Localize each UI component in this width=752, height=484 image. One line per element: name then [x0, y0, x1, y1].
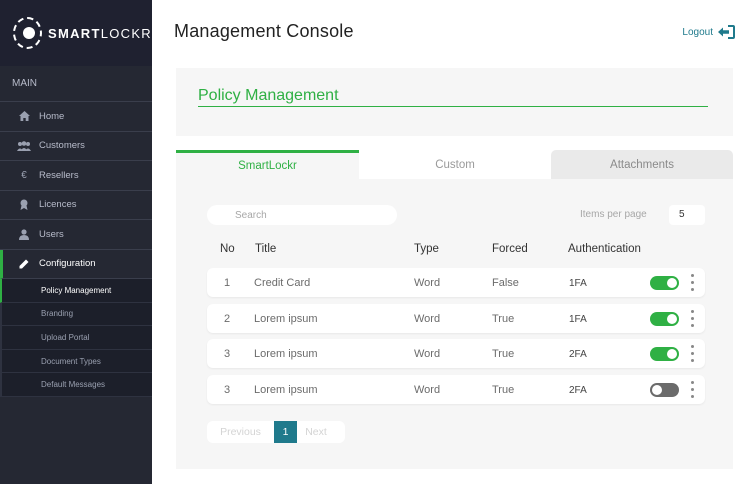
- subnav-item-policy-management[interactable]: Policy Management: [0, 279, 152, 303]
- more-options-icon[interactable]: [689, 309, 695, 327]
- enabled-toggle[interactable]: [650, 276, 679, 290]
- table-row[interactable]: 3 Lorem ipsum Word True 2FA: [207, 339, 705, 368]
- sidebar: SMARTLOCKR MAIN Home Customers € Reselle…: [0, 0, 152, 484]
- items-per-page-label: Items per page: [580, 209, 647, 220]
- subnav-item-default-messages[interactable]: Default Messages: [0, 373, 152, 397]
- toggle-knob: [667, 349, 677, 359]
- logout-icon: [718, 25, 735, 39]
- toggle-knob: [667, 313, 677, 324]
- user-icon: [17, 228, 31, 240]
- sidebar-section-main: MAIN: [0, 66, 152, 102]
- logout-button[interactable]: Logout: [682, 25, 735, 39]
- row-forced: False: [492, 277, 519, 289]
- euro-icon: €: [21, 169, 27, 181]
- row-title: Lorem ipsum: [254, 348, 318, 360]
- home-icon: [17, 110, 31, 122]
- enabled-toggle[interactable]: [650, 347, 679, 361]
- policy-card: Policy Management: [176, 68, 733, 136]
- column-header-no: No: [220, 243, 235, 255]
- toggle-knob: [667, 278, 677, 288]
- pagination: Previous 1 Next: [207, 421, 345, 443]
- next-page-button[interactable]: Next: [297, 421, 345, 443]
- sidebar-item-label: Resellers: [39, 169, 79, 181]
- row-type: Word: [414, 383, 441, 396]
- pencil-icon: [17, 258, 31, 270]
- enabled-toggle[interactable]: [650, 311, 679, 326]
- row-authentication: 2FA: [569, 349, 587, 360]
- row-type: Word: [414, 348, 441, 360]
- more-options-icon[interactable]: [689, 274, 695, 291]
- row-title: Lorem ipsum: [254, 312, 318, 325]
- sidebar-item-users[interactable]: Users: [0, 220, 152, 250]
- more-options-icon[interactable]: [689, 380, 695, 398]
- tab-smartlockr[interactable]: SmartLockr: [176, 150, 359, 179]
- column-header-title: Title: [255, 243, 277, 255]
- tab-custom[interactable]: Custom: [362, 150, 548, 179]
- policy-title: Policy Management: [198, 87, 339, 104]
- toggle-knob: [652, 384, 662, 395]
- sidebar-item-resellers[interactable]: € Resellers: [0, 161, 152, 191]
- sidebar-item-label: Licences: [39, 199, 77, 211]
- sidebar-item-label: Home: [39, 110, 65, 122]
- tab-attachments[interactable]: Attachments: [551, 150, 733, 179]
- sidebar-item-label: Customers: [39, 140, 85, 152]
- row-title: Credit Card: [254, 277, 311, 289]
- table-row[interactable]: 1 Credit Card Word False 1FA: [207, 268, 705, 297]
- sidebar-item-home[interactable]: Home: [0, 102, 152, 132]
- logout-label: Logout: [682, 26, 713, 38]
- row-type: Word: [414, 312, 441, 325]
- sidebar-item-customers[interactable]: Customers: [0, 132, 152, 161]
- sidebar-item-licences[interactable]: Licences: [0, 191, 152, 220]
- column-header-authentication: Authentication: [568, 243, 641, 255]
- search-input[interactable]: [207, 205, 397, 225]
- badge-icon: [17, 199, 31, 211]
- subnav-item-branding[interactable]: Branding: [0, 302, 152, 327]
- table-row[interactable]: 3 Lorem ipsum Word True 2FA: [207, 374, 705, 404]
- column-header-forced: Forced: [492, 243, 528, 255]
- row-number: 3: [224, 348, 231, 360]
- row-number: 2: [224, 312, 231, 325]
- row-number: 3: [224, 383, 231, 396]
- subnav-item-upload-portal[interactable]: Upload Portal: [0, 326, 152, 350]
- policy-title-underline: [198, 106, 708, 107]
- policy-panel: Items per page 5 No Title Type Forced Au…: [176, 179, 733, 469]
- row-authentication: 1FA: [569, 313, 587, 325]
- row-authentication: 1FA: [569, 278, 587, 289]
- sidebar-item-label: Configuration: [39, 258, 96, 270]
- row-type: Word: [414, 277, 441, 289]
- sidebar-item-configuration[interactable]: Configuration: [0, 249, 152, 279]
- previous-page-button[interactable]: Previous: [207, 421, 274, 443]
- enabled-toggle[interactable]: [650, 382, 679, 397]
- subnav-item-document-types[interactable]: Document Types: [0, 349, 152, 374]
- page-1-button[interactable]: 1: [274, 421, 297, 443]
- configuration-submenu: Policy Management Branding Upload Portal…: [0, 279, 152, 397]
- sidebar-item-label: Users: [39, 228, 64, 240]
- row-forced: True: [492, 383, 515, 396]
- row-forced: True: [492, 312, 515, 325]
- logo-icon: [13, 17, 42, 49]
- brand-name: SMARTLOCKR: [47, 25, 152, 41]
- items-per-page-input[interactable]: 5: [669, 205, 705, 225]
- column-header-type: Type: [414, 243, 439, 255]
- table-row[interactable]: 2 Lorem ipsum Word True 1FA: [207, 303, 705, 333]
- brand[interactable]: SMARTLOCKR: [0, 0, 152, 66]
- row-title: Lorem ipsum: [254, 383, 318, 396]
- row-forced: True: [492, 348, 515, 360]
- row-number: 1: [224, 277, 231, 289]
- page-title: Management Console: [174, 21, 354, 41]
- row-authentication: 2FA: [569, 384, 587, 396]
- more-options-icon[interactable]: [689, 345, 695, 362]
- users-group-icon: [17, 140, 31, 152]
